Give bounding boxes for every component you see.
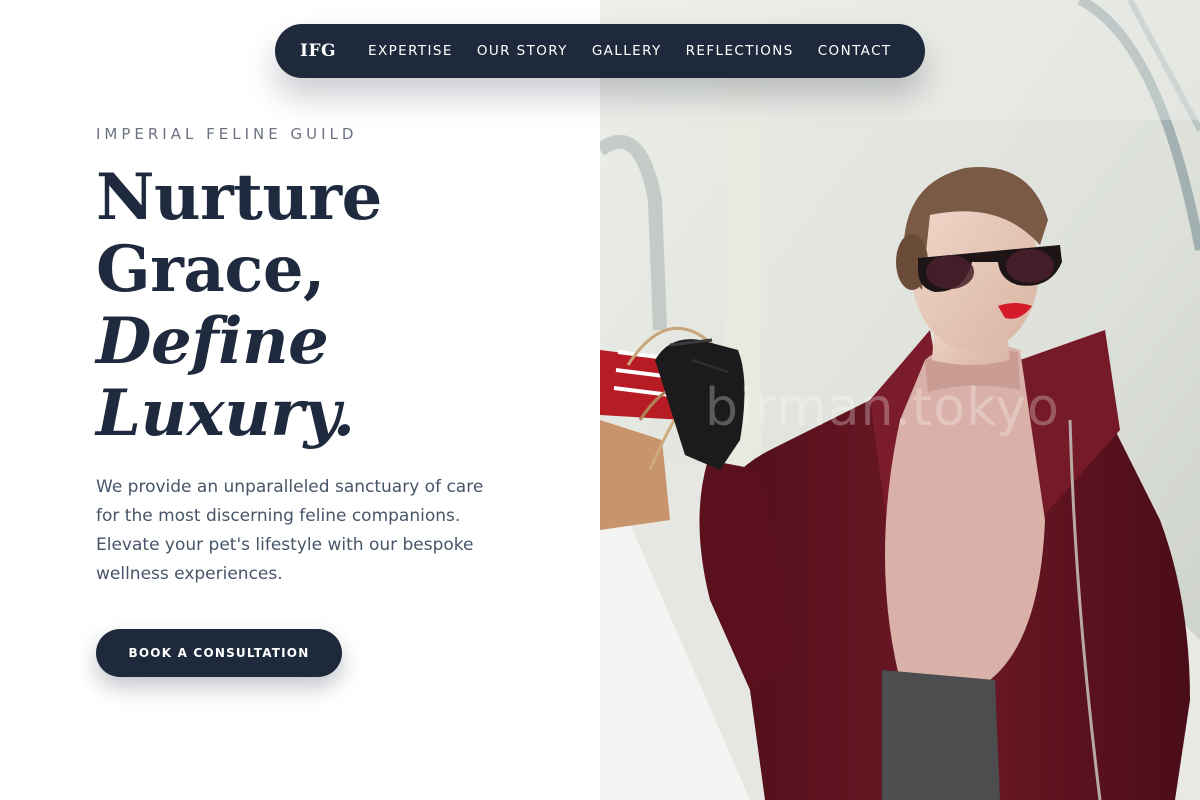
hero-description: We provide an unparalleled sanctuary of … bbox=[96, 477, 484, 584]
brand-logo[interactable]: IFG bbox=[300, 41, 336, 61]
main-navigation: IFG EXPERTISE OUR STORY GALLERY REFLECTI… bbox=[275, 24, 925, 78]
nav-link-contact[interactable]: CONTACT bbox=[818, 43, 892, 59]
nav-link-our-story[interactable]: OUR STORY bbox=[477, 43, 568, 59]
headline-line-4: Luxury. bbox=[96, 376, 355, 451]
photo-watermark: birman.tokyo bbox=[705, 378, 1060, 438]
headline-line-1: Nurture bbox=[96, 160, 382, 235]
hero-eyebrow: IMPERIAL FELINE GUILD bbox=[96, 125, 358, 143]
book-consultation-button[interactable]: BOOK A CONSULTATION bbox=[96, 629, 342, 677]
hero-headline: Nurture Grace, Define Luxury. bbox=[96, 162, 576, 450]
hero-photo: birman.tokyo bbox=[600, 0, 1200, 800]
hero-content: IMPERIAL FELINE GUILD Nurture Grace, Def… bbox=[0, 0, 600, 800]
headline-line-3: Define bbox=[96, 304, 329, 379]
nav-link-reflections[interactable]: REFLECTIONS bbox=[686, 43, 794, 59]
nav-link-gallery[interactable]: GALLERY bbox=[592, 43, 662, 59]
nav-link-expertise[interactable]: EXPERTISE bbox=[368, 43, 453, 59]
headline-line-2: Grace, bbox=[96, 232, 325, 307]
